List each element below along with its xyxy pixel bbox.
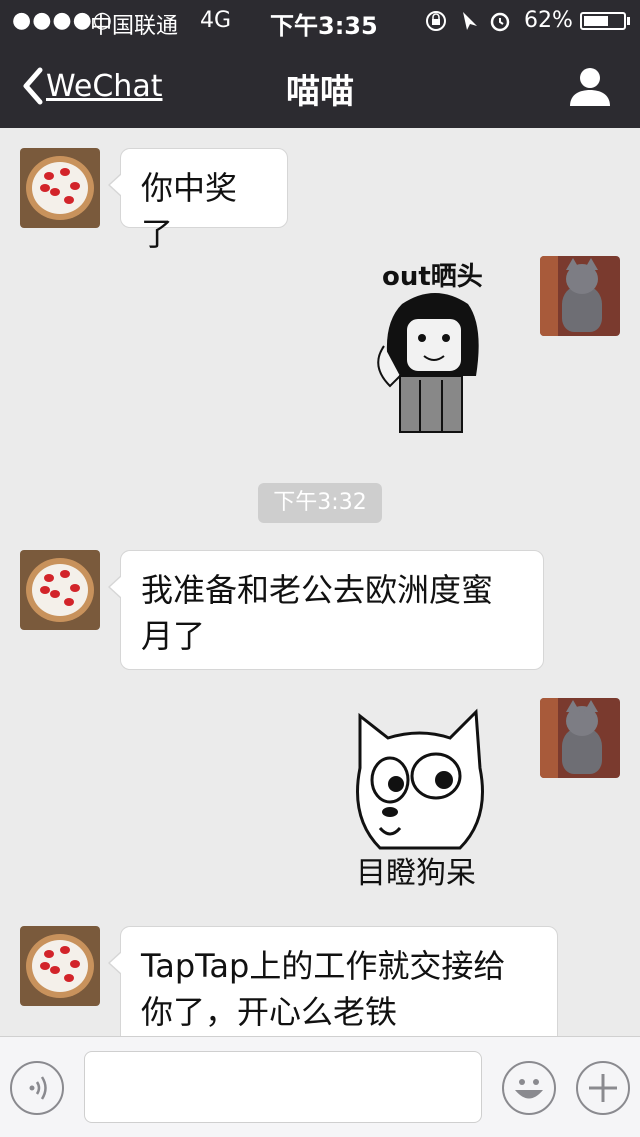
- message-text: 你中奖了: [141, 169, 238, 253]
- profile-button[interactable]: [568, 64, 612, 108]
- more-button[interactable]: [576, 1061, 630, 1115]
- sticker-out-head[interactable]: out晒头: [360, 256, 510, 436]
- emoji-icon: [515, 1079, 543, 1099]
- message-bubble[interactable]: 我准备和老公去欧洲度蜜月了: [108, 550, 544, 670]
- message-bubble[interactable]: TapTap上的工作就交接给你了，开心么老铁: [108, 926, 558, 1036]
- battery-tip: [627, 17, 630, 25]
- message-bubble[interactable]: 你中奖了: [108, 148, 288, 253]
- status-icons: [425, 8, 515, 40]
- carrier-name: 中国联通: [90, 14, 179, 39]
- battery-fill: [584, 16, 608, 26]
- status-bar: ●●●●○ 中国联通 4G 下午3:35 62%: [0, 0, 640, 40]
- message-input[interactable]: [84, 1051, 482, 1123]
- top-bar: ●●●●○ 中国联通 4G 下午3:35 62% WeChat 喵喵: [0, 0, 640, 128]
- pie-avatar-image: [20, 148, 100, 228]
- avatar-contact[interactable]: [20, 550, 100, 630]
- lock-location-alarm-icons: [426, 11, 510, 32]
- battery-icon: [580, 12, 626, 30]
- plus-icon: [589, 1074, 617, 1102]
- message-text: 我准备和老公去欧洲度蜜月了: [141, 571, 494, 655]
- input-bar: [0, 1036, 640, 1137]
- message-text: TapTap上的工作就交接给你了，开心么老铁: [141, 947, 506, 1031]
- sticker-caption: 目瞪狗呆: [356, 856, 476, 891]
- time-separator: 下午3:32: [258, 483, 382, 523]
- pie-avatar-image: [20, 550, 100, 630]
- avatar-contact[interactable]: [20, 926, 100, 1006]
- meme-face-sticker: [377, 293, 479, 433]
- cat-avatar-image: [540, 698, 620, 778]
- nav-bar: WeChat 喵喵: [0, 40, 640, 128]
- emoji-button[interactable]: [502, 1061, 556, 1115]
- avatar-self[interactable]: [540, 256, 620, 336]
- avatar-self[interactable]: [540, 698, 620, 778]
- battery-percent: 62%: [524, 8, 573, 33]
- chat-title: 喵喵: [286, 72, 354, 112]
- voice-button[interactable]: [10, 1061, 64, 1115]
- person-icon: [570, 68, 610, 106]
- sticker-stunned-dog[interactable]: 目瞪狗呆: [340, 708, 510, 898]
- pie-avatar-image: [20, 926, 100, 1006]
- voice-icon: [29, 1076, 47, 1100]
- dog-face-sticker: [356, 708, 484, 850]
- cat-avatar-image: [540, 256, 620, 336]
- avatar-contact[interactable]: [20, 148, 100, 228]
- status-time: 下午3:35: [270, 12, 378, 40]
- message-list[interactable]: 你中奖了 out晒头 下午3:32 我准备和老公去欧洲度蜜月了 目瞪狗呆 Tap…: [0, 128, 640, 1036]
- network-type: 4G: [200, 8, 232, 33]
